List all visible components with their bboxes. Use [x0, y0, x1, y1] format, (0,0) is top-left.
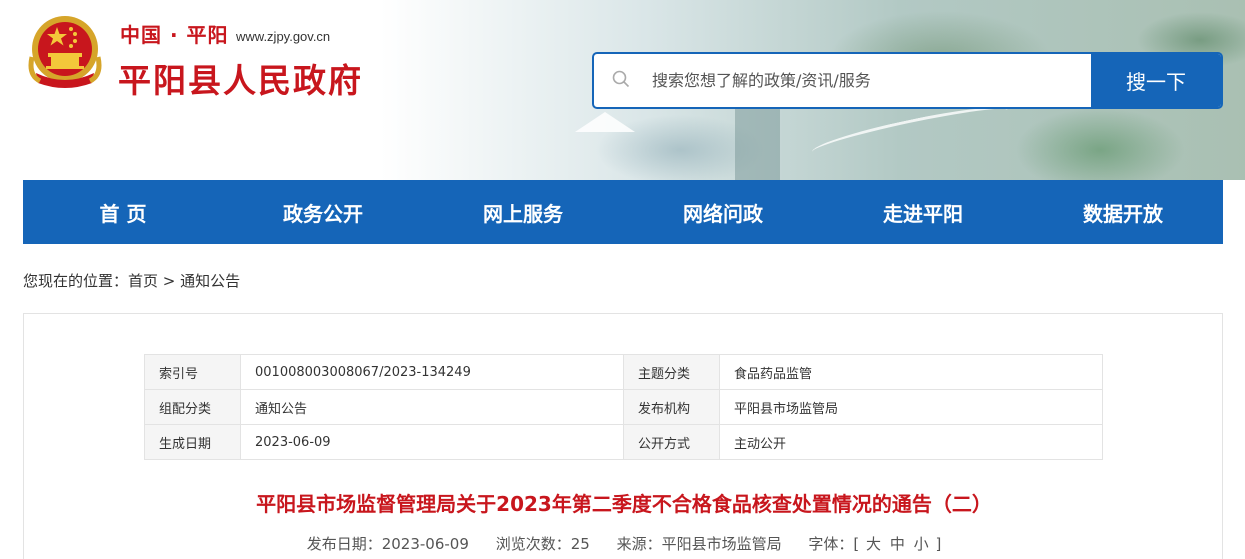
page-header: 中国 · 平阳 www.zjpy.gov.cn 平阳县人民政府 搜一下	[0, 0, 1245, 180]
table-row: 生成日期 2023-06-09 公开方式 主动公开	[144, 424, 1103, 460]
font-size-control: 字体：[ 大 中 小 ]	[808, 535, 941, 553]
table-row: 索引号 001008003008067/2023-134249 主题分类 食品药…	[144, 354, 1103, 390]
meta-value: 2023-06-09	[240, 424, 624, 460]
font-medium-button[interactable]: 中	[890, 535, 905, 553]
view-count: 25	[570, 535, 590, 553]
site-name[interactable]: 平阳县人民政府	[118, 54, 363, 102]
nav-item-open-data[interactable]: 数据开放	[1023, 180, 1223, 244]
source-value: 平阳县市场监管局	[661, 535, 782, 553]
scenery-pavilion	[575, 112, 635, 132]
font-large-button[interactable]: 大	[866, 535, 881, 553]
nav-item-home[interactable]: 首 页	[23, 180, 223, 244]
nav-item-government-affairs[interactable]: 政务公开	[223, 180, 423, 244]
breadcrumb-separator: >	[158, 272, 181, 290]
view-count-label: 浏览次数：	[495, 535, 571, 553]
publish-date: 2023-06-09	[381, 535, 469, 553]
site-url: www.zjpy.gov.cn	[236, 29, 331, 44]
meta-label: 索引号	[144, 354, 241, 390]
article-title: 平阳县市场监督管理局关于2023年第二季度不合格食品核查处置情况的通告（二）	[256, 492, 992, 516]
meta-label: 公开方式	[623, 424, 720, 460]
breadcrumb-current-link[interactable]: 通知公告	[180, 272, 240, 290]
article-info: 发布日期：2023-06-09 浏览次数：25 来源：平阳县市场监管局 字体：[…	[24, 533, 1224, 554]
search-button[interactable]: 搜一下	[1091, 54, 1221, 107]
table-row: 组配分类 通知公告 发布机构 平阳县市场监管局	[144, 389, 1103, 425]
nav-item-about-pingyang[interactable]: 走进平阳	[823, 180, 1023, 244]
article-container: 索引号 001008003008067/2023-134249 主题分类 食品药…	[23, 313, 1223, 559]
search-box: 搜一下	[592, 52, 1223, 109]
meta-value: 食品药品监管	[719, 354, 1103, 390]
view-count-info: 浏览次数：25	[496, 535, 590, 553]
meta-value: 通知公告	[240, 389, 624, 425]
national-emblem-icon[interactable]	[26, 13, 104, 93]
search-input[interactable]	[652, 54, 1092, 107]
meta-label: 生成日期	[144, 424, 241, 460]
breadcrumb-prefix: 您现在的位置：	[23, 272, 129, 290]
font-bracket-open: [	[853, 535, 860, 553]
publish-date-info: 发布日期：2023-06-09	[307, 535, 469, 553]
font-bracket-close: ]	[935, 535, 942, 553]
meta-label: 主题分类	[623, 354, 720, 390]
meta-value: 001008003008067/2023-134249	[240, 354, 624, 390]
meta-label: 组配分类	[144, 389, 241, 425]
font-size-label: 字体：	[808, 535, 854, 553]
main-nav: 首 页 政务公开 网上服务 网络问政 走进平阳 数据开放	[23, 180, 1223, 244]
nav-item-online-inquiry[interactable]: 网络问政	[623, 180, 823, 244]
search-icon	[612, 70, 630, 88]
source-info: 来源：平阳县市场监管局	[617, 535, 782, 553]
meta-value: 平阳县市场监管局	[719, 389, 1103, 425]
breadcrumb-home-link[interactable]: 首页	[128, 272, 158, 290]
breadcrumb: 您现在的位置：首页 > 通知公告	[23, 270, 240, 291]
publish-date-label: 发布日期：	[306, 535, 382, 553]
meta-label: 发布机构	[623, 389, 720, 425]
meta-value: 主动公开	[719, 424, 1103, 460]
article-meta-table: 索引号 001008003008067/2023-134249 主题分类 食品药…	[144, 354, 1103, 460]
site-region-label: 中国 · 平阳	[120, 23, 229, 47]
font-small-button[interactable]: 小	[914, 535, 929, 553]
source-label: 来源：	[616, 535, 662, 553]
nav-item-online-services[interactable]: 网上服务	[423, 180, 623, 244]
